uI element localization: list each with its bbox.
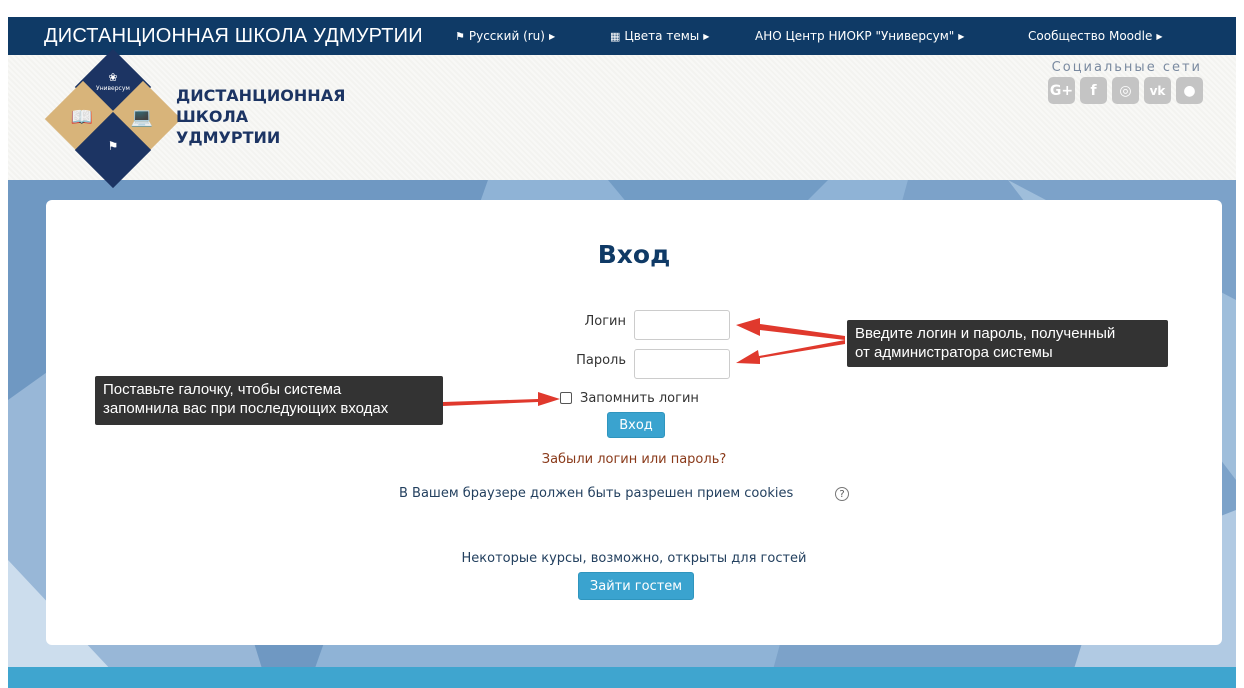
remember-username-checkbox[interactable]: [560, 392, 572, 404]
logo-title: ДИСТАНЦИОННАЯ ШКОЛА УДМУРТИИ: [176, 85, 345, 148]
guest-login-button[interactable]: Зайти гостем: [578, 572, 694, 600]
universum-menu[interactable]: АНО Центр НИОКР "Универсум" ▶: [755, 29, 964, 43]
globe-icon[interactable]: ●: [1176, 77, 1203, 104]
callout-line: запомнила вас при последующих входах: [103, 400, 389, 417]
social-title: Социальные сети: [1051, 60, 1202, 75]
logo-tree-icon: ❀: [108, 71, 118, 84]
caret-right-icon: ▶: [703, 31, 710, 41]
logo-title-line: УДМУРТИИ: [176, 128, 281, 147]
caret-right-icon: ▶: [958, 31, 965, 41]
flag-icon: ⚑: [455, 29, 465, 43]
site-brand-link[interactable]: ДИСТАНЦИОННАЯ ШКОЛА УДМУРТИИ: [44, 25, 423, 48]
theme-colors-menu[interactable]: ▦ Цвета темы ▶: [610, 29, 709, 43]
universum-menu-label: АНО Центр НИОКР "Универсум": [755, 29, 955, 43]
facebook-icon[interactable]: f: [1080, 77, 1107, 104]
login-button[interactable]: Вход: [607, 412, 665, 438]
username-input[interactable]: [634, 310, 730, 340]
callout-line: Введите логин и пароль, полученный: [855, 325, 1116, 342]
password-input[interactable]: [634, 349, 730, 379]
top-navbar: ДИСТАНЦИОННАЯ ШКОЛА УДМУРТИИ ⚑ Русский (…: [8, 17, 1236, 55]
google-plus-icon[interactable]: G+: [1048, 77, 1075, 104]
guest-access-notice: Некоторые курсы, возможно, открыты для г…: [461, 551, 807, 566]
password-label: Пароль: [576, 353, 626, 368]
remember-callout: Поставьте галочку, чтобы система запомни…: [95, 376, 443, 425]
callout-line: Поставьте галочку, чтобы система: [103, 381, 342, 398]
help-icon[interactable]: ?: [835, 487, 849, 501]
moodle-community-menu[interactable]: Сообщество Moodle ▶: [1028, 29, 1163, 43]
language-menu-label: Русский (ru): [468, 29, 545, 43]
callout-line: от администратора системы: [855, 344, 1053, 361]
remember-username-label[interactable]: Запомнить логин: [580, 391, 699, 406]
social-links: G+ f ◎ vk ●: [1048, 77, 1203, 104]
laptop-icon: 💻: [130, 107, 154, 128]
login-title: Вход: [597, 240, 671, 269]
language-menu[interactable]: ⚑ Русский (ru) ▶: [455, 29, 555, 43]
credentials-callout: Введите логин и пароль, полученный от ад…: [847, 320, 1168, 367]
moodle-community-menu-label: Сообщество Moodle: [1028, 29, 1153, 43]
vk-icon[interactable]: vk: [1144, 77, 1171, 104]
logo-title-line: ДИСТАНЦИОННАЯ: [176, 86, 346, 105]
cookies-notice: В Вашем браузере должен быть разрешен пр…: [399, 486, 794, 501]
caret-right-icon: ▶: [548, 31, 556, 41]
username-label: Логин: [584, 314, 626, 329]
site-header: ❀ Универсум 📖 💻 ⚑ ДИСТАНЦИОННАЯ ШКОЛА УД…: [8, 48, 1236, 189]
forgot-password-link[interactable]: Забыли логин или пароль?: [46, 452, 1222, 467]
instagram-icon[interactable]: ◎: [1112, 77, 1139, 104]
site-logo[interactable]: ❀ Универсум 📖 💻 ⚑: [44, 48, 182, 189]
grid-icon: ▦: [610, 29, 621, 43]
logo-title-line: ШКОЛА: [176, 107, 249, 126]
grants-icon: ⚑: [107, 139, 119, 153]
book-icon: 📖: [70, 107, 94, 128]
caret-right-icon: ▶: [1156, 31, 1163, 41]
bottom-strip: [8, 667, 1236, 688]
logo-badge-text: Универсум: [96, 85, 130, 92]
theme-colors-menu-label: Цвета темы: [624, 29, 700, 43]
